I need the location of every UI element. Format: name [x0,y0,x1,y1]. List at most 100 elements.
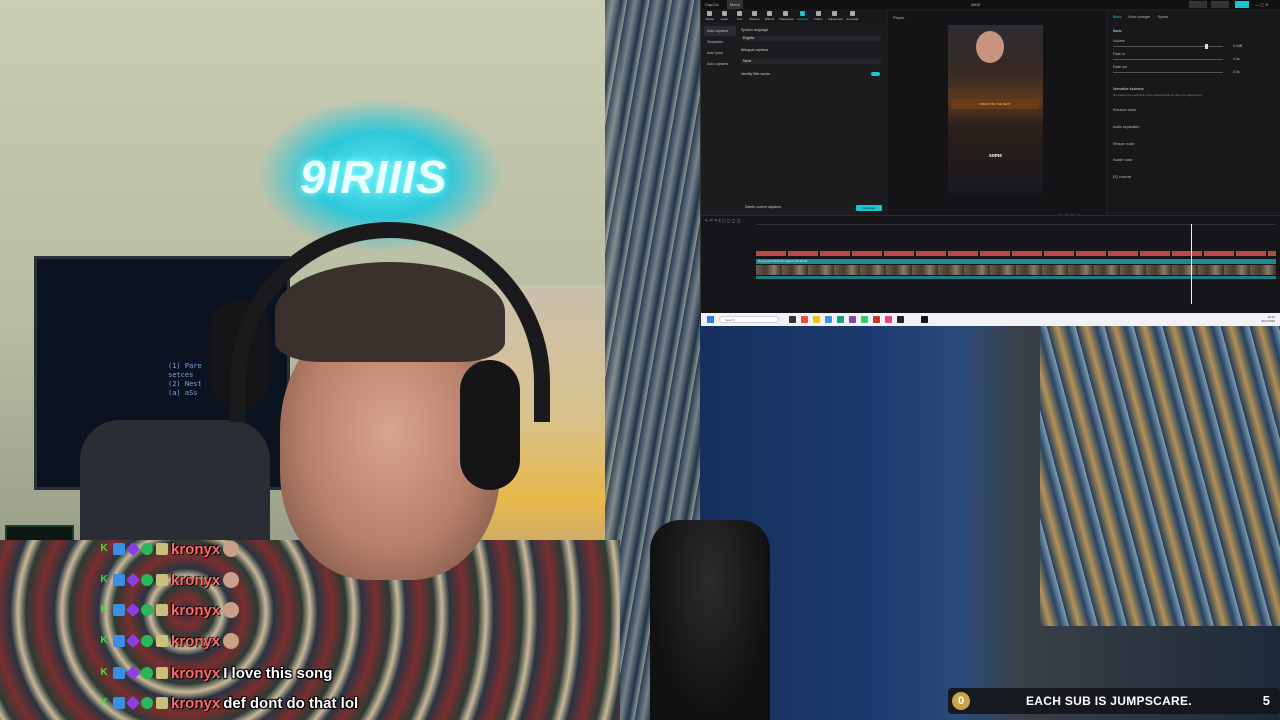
preview-subtitle: some [988,153,1003,159]
project-name: 0808 [971,2,980,7]
taskbar-clock[interactable]: 10:31 8/17/2024 [1262,315,1275,323]
taskbar-search[interactable]: Search [719,316,779,323]
chat-text: def dont do that lol [223,694,359,712]
windows-taskbar: Search 10:31 8/17/2024 [701,313,1280,326]
taskbar-app-icon[interactable] [861,316,868,323]
toolbar-filters[interactable]: Filters [812,11,825,21]
shortcuts-button[interactable] [1189,1,1207,8]
taskbar-app-icon[interactable] [873,316,880,323]
toolbar-stickers[interactable]: Stickers [748,11,761,21]
fade-out-value[interactable]: 0.0s [1233,70,1240,74]
audio-icon [722,11,727,16]
taskbar-app-icon[interactable] [837,316,844,323]
k-badge-icon: K [100,574,108,585]
transitions-icon [783,11,788,16]
media-icon [707,11,712,16]
window-controls[interactable]: — ▢ ✕ [1255,0,1268,9]
toolbar-captions[interactable]: Captions [796,11,809,21]
share-button[interactable] [1211,1,1229,8]
verified-badge-icon [141,543,153,555]
volume-handle[interactable] [1205,44,1208,49]
option-audio-separation[interactable]: Audio separation [1113,125,1273,129]
delete-captions-label[interactable]: Delete current captions [745,205,781,209]
taskbar-app-icon[interactable] [885,316,892,323]
toolbar-media[interactable]: Media [703,11,716,21]
neon-sign: 9IRIIIS [300,151,448,203]
taskbar-app-icon[interactable] [789,316,796,323]
bilingual-label: Bilingual captions [741,48,769,52]
audio-track[interactable] [756,276,1276,279]
toolbar-audio[interactable]: Audio [718,11,731,21]
k-badge-icon: K [100,604,108,615]
volume-label: Volume [1113,39,1125,43]
chat-username[interactable]: kronyx [171,541,220,558]
goal-text: EACH SUB IS JUMPSCARE. [1026,694,1192,708]
captions-panel: Spoken language English Bilingual captio… [741,24,886,214]
video-preview[interactable]: I MIGHT BE THE NEXT some [948,25,1043,193]
tab-basic[interactable]: Basic [1113,15,1122,19]
toolbar-effects[interactable]: Effects [763,11,776,21]
option-reduce-noise[interactable]: Reduce noise [1113,142,1273,146]
gem-badge-icon [125,541,141,557]
tool-badge-icon [113,697,125,709]
playhead[interactable] [1191,224,1192,304]
generate-button[interactable]: Generate [856,205,882,211]
normalize-description: Normalize the loudness of the selected c… [1113,93,1203,97]
taskbar-app-icon[interactable] [825,316,832,323]
adjustment-icon [832,11,837,16]
nav-auto-lyrics[interactable]: Auto lyrics [704,48,736,58]
taskbar-app-icon[interactable] [897,316,904,323]
option-enhance-voice[interactable]: Enhance voice [1113,108,1273,112]
preview-face [976,31,1004,63]
spoken-language-select[interactable]: English [741,36,881,41]
bilingual-select[interactable]: None [741,59,881,64]
filler-words-toggle[interactable] [871,72,880,76]
gem-badge-icon [125,572,141,588]
stickers-icon [752,11,757,16]
nav-auto-captions-2[interactable]: Auto captions [704,59,736,69]
text-track[interactable] [756,251,1276,256]
taskbar-app-icon[interactable] [813,316,820,323]
toolbar-adjustment[interactable]: Adjustment [828,11,843,21]
timeline-tools[interactable]: ↖ ↶ ↷ ⌶ ▢ ▢ ▢ ▢ [705,218,740,223]
chat-username[interactable]: kronyx [171,572,220,589]
chat-username[interactable]: kronyx [171,695,220,712]
verified-badge-icon [141,667,153,679]
taskbar-capcut-icon[interactable] [921,316,928,323]
verified-badge-icon [141,697,153,709]
start-icon[interactable] [707,316,714,323]
toolbar-text[interactable]: Text [733,11,746,21]
nav-auto-captions[interactable]: Auto captions [704,26,736,36]
clip-label[interactable]: Copy.mp4 00:20:11 CapCut 00:00:00 [756,259,1276,264]
nav-templates[interactable]: Templates [704,37,736,47]
subscriber-badge-icon [156,574,168,586]
verified-badge-icon [141,635,153,647]
chat-username[interactable]: kronyx [171,602,220,619]
tab-speed[interactable]: Speed [1158,15,1168,19]
toolbar-transitions[interactable]: Transitions [779,11,794,21]
fade-out-label: Fade out [1113,65,1127,69]
fade-in-slider[interactable] [1113,59,1223,60]
k-badge-icon: K [100,667,108,678]
taskbar-app-icon[interactable] [801,316,808,323]
fade-in-value[interactable]: 0.0s [1233,57,1240,61]
subscriber-badge-icon [156,667,168,679]
preview-logo: I MIGHT BE THE NEXT [951,99,1039,109]
chat-username[interactable]: kronyx [171,633,220,650]
toolbar-ai-avatar[interactable]: AI avatar [846,11,859,21]
fade-out-slider[interactable] [1113,72,1223,73]
normalize-label[interactable]: Normalize loudness [1113,87,1273,91]
option-isolate-voice[interactable]: Isolate voice [1113,158,1273,162]
export-button[interactable] [1235,1,1249,8]
option-eq-channel[interactable]: EQ channel [1113,175,1273,179]
video-track[interactable] [756,265,1276,275]
menu-button[interactable]: Menu [727,0,744,9]
taskbar-app-icon[interactable] [849,316,856,323]
volume-value[interactable]: 0.0dB [1233,44,1242,48]
tab-voice-changer[interactable]: Voice changer [1128,15,1150,19]
subscriber-badge-icon [156,635,168,647]
chat-username[interactable]: kronyx [171,665,220,682]
volume-slider[interactable] [1113,44,1223,49]
chat-emote-icon [223,633,240,649]
editor-titlebar: CapCut Menu 0808 — ▢ ✕ [701,0,1280,9]
